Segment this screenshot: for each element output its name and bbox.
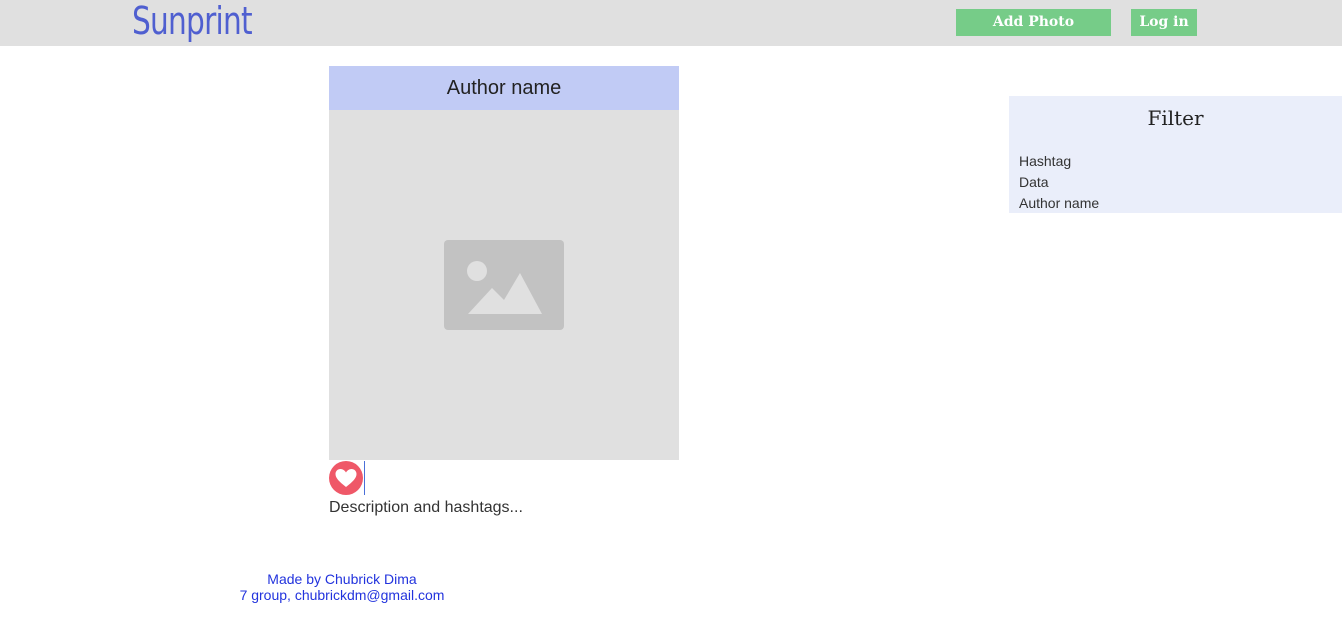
filter-item-hashtag[interactable]: Hashtag bbox=[1019, 151, 1099, 172]
text-cursor bbox=[364, 461, 365, 495]
post-description: Description and hashtags... bbox=[329, 499, 523, 516]
post-image[interactable] bbox=[329, 110, 679, 460]
add-photo-button[interactable]: Add Photo bbox=[956, 9, 1111, 36]
photo-post: Author name Description and hashtags... bbox=[329, 66, 679, 518]
footer-credit: Made by Chubrick Dima bbox=[267, 571, 417, 587]
footer: Made by Chubrick Dima 7 group, chubrickd… bbox=[0, 571, 1342, 603]
image-placeholder-icon bbox=[444, 240, 564, 330]
logo[interactable]: Sunprint bbox=[132, 0, 253, 44]
heart-icon[interactable] bbox=[329, 461, 363, 495]
post-actions bbox=[329, 460, 679, 496]
login-button[interactable]: Log in bbox=[1131, 9, 1197, 36]
post-author-name[interactable]: Author name bbox=[329, 66, 679, 110]
top-bar: Sunprint Add Photo Log in bbox=[0, 0, 1342, 46]
filter-title: Filter bbox=[1147, 106, 1204, 130]
filter-item-data[interactable]: Data bbox=[1019, 172, 1099, 193]
filter-panel: Filter Hashtag Data Author name bbox=[1009, 96, 1342, 213]
filter-item-author-name[interactable]: Author name bbox=[1019, 193, 1099, 214]
filter-list: Hashtag Data Author name bbox=[1019, 151, 1099, 214]
footer-contact: 7 group, chubrickdm@gmail.com bbox=[239, 587, 445, 603]
